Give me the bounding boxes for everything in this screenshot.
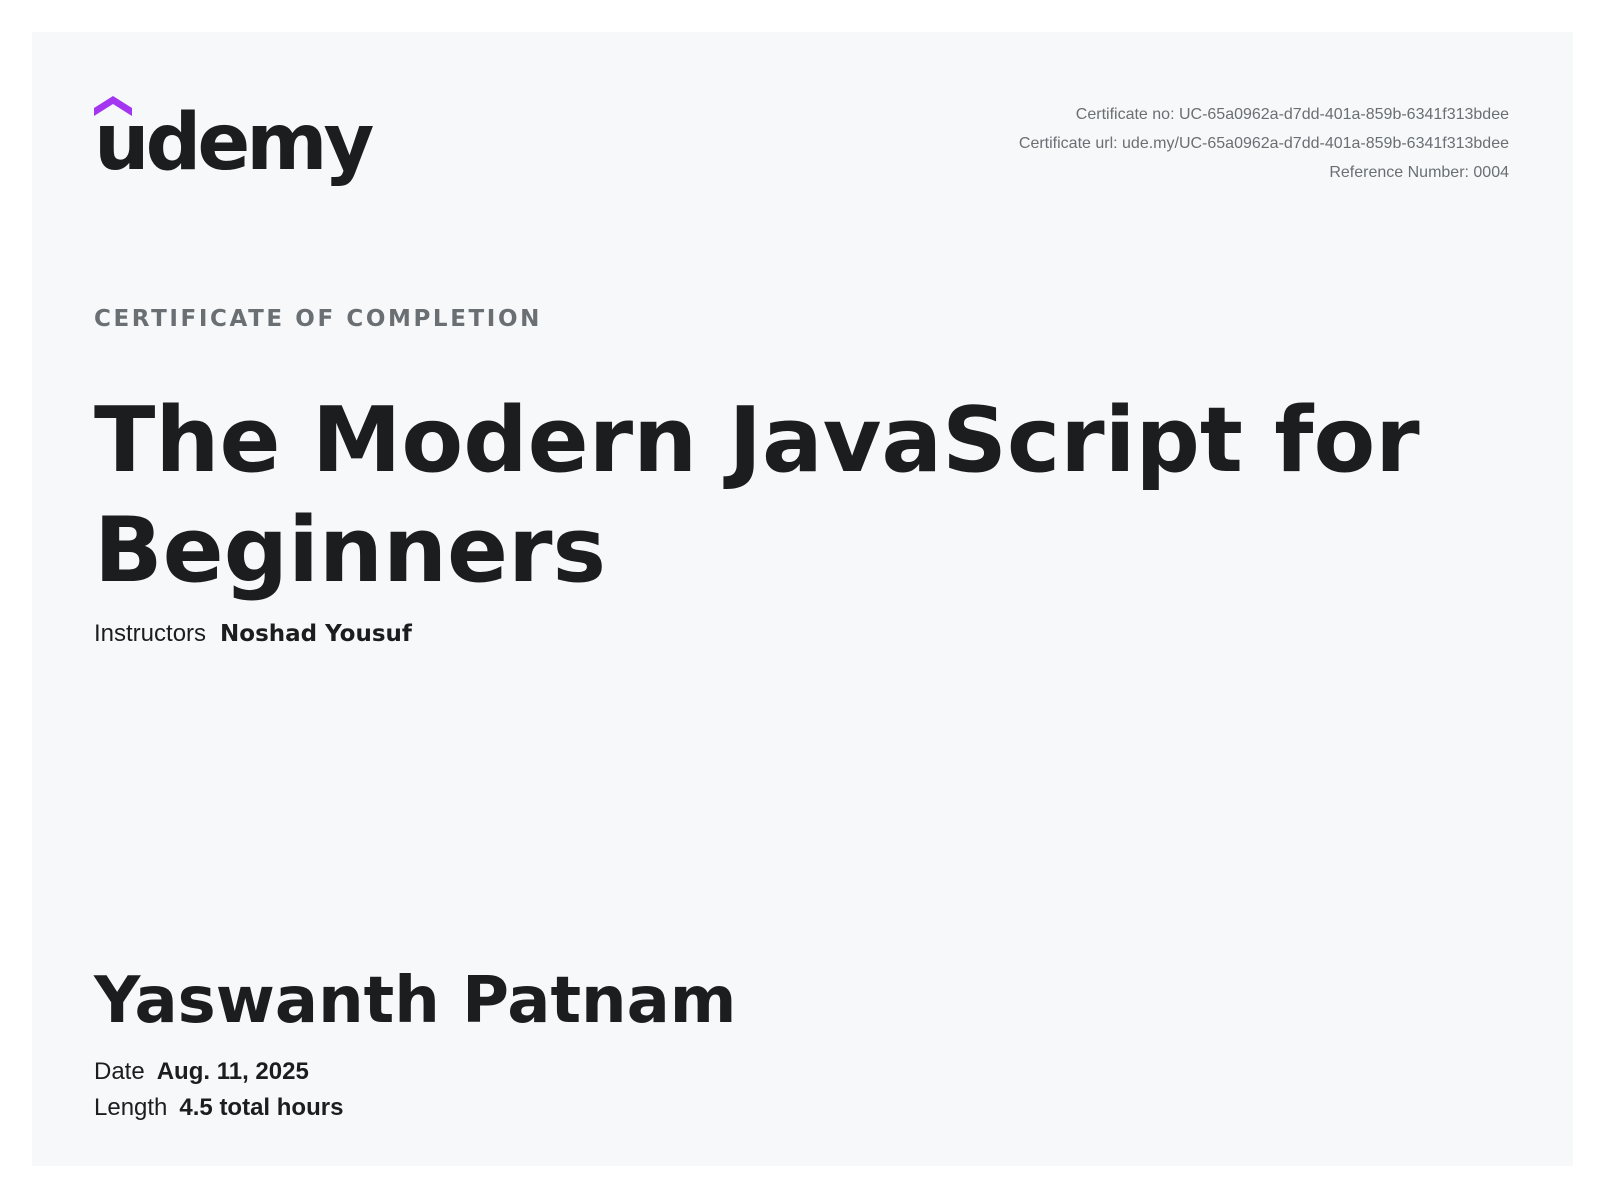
date-label: Date bbox=[94, 1058, 145, 1085]
instructors-label: Instructors bbox=[94, 620, 207, 647]
date-value: Aug. 11, 2025 bbox=[156, 1058, 309, 1085]
udemy-logo: udemy bbox=[94, 94, 374, 192]
instructors-line: Instructors Noshad Yousuf bbox=[94, 620, 412, 648]
certificate-card: udemy Certificate no: UC-65a0962a-d7dd-4… bbox=[32, 32, 1573, 1166]
certificate-label: CERTIFICATE OF COMPLETION bbox=[94, 306, 542, 332]
certificate-number: Certificate no: UC-65a0962a-d7dd-401a-85… bbox=[1075, 106, 1509, 123]
instructors-value: Noshad Yousuf bbox=[220, 621, 412, 647]
length-label: Length bbox=[94, 1094, 168, 1121]
certificate-meta: Certificate no: UC-65a0962a-d7dd-401a-85… bbox=[1019, 100, 1509, 187]
logo-wordmark: udemy bbox=[94, 98, 374, 188]
length-line: Length 4.5 total hours bbox=[94, 1094, 343, 1122]
course-title: The Modern JavaScript for Beginners bbox=[94, 388, 1420, 603]
student-name: Yaswanth Patnam bbox=[94, 964, 737, 1038]
date-line: Date Aug. 11, 2025 bbox=[94, 1058, 309, 1086]
reference-number: Reference Number: 0004 bbox=[1329, 164, 1509, 181]
length-value: 4.5 total hours bbox=[179, 1094, 344, 1121]
certificate-url: Certificate url: ude.my/UC-65a0962a-d7dd… bbox=[1018, 135, 1509, 152]
